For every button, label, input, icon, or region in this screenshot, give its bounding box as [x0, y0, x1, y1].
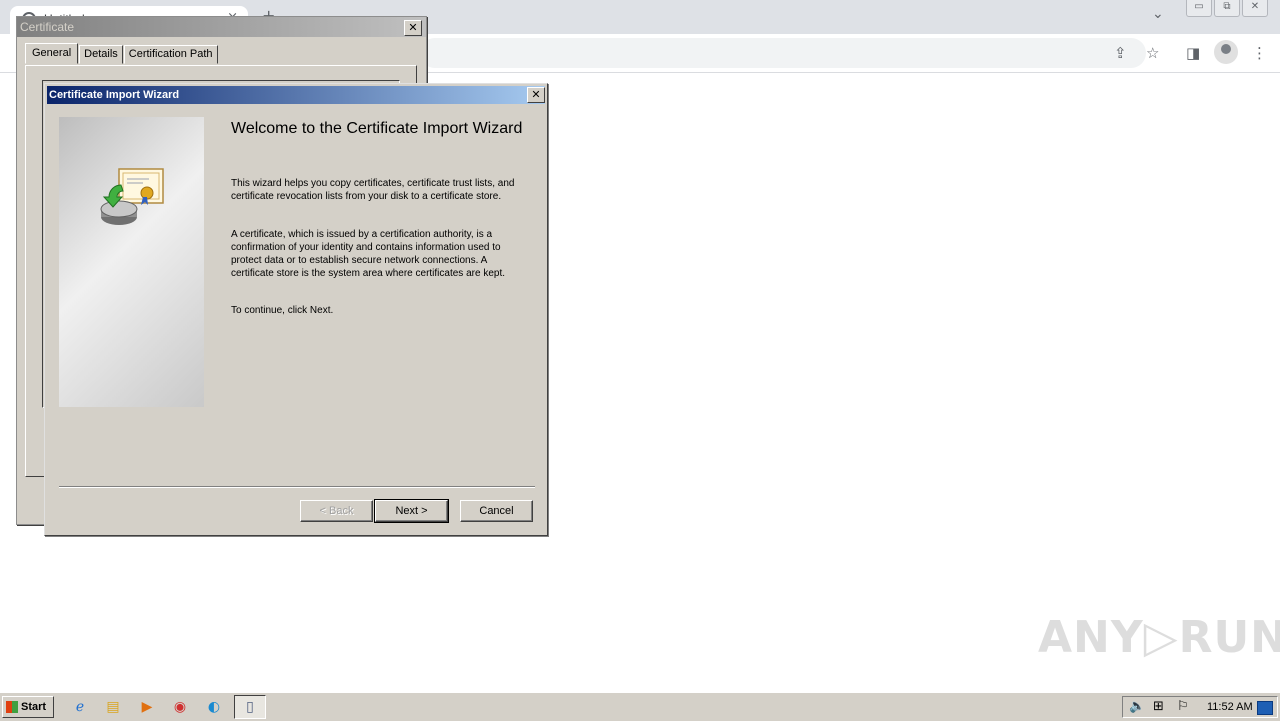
profile-avatar[interactable]	[1214, 40, 1238, 64]
window-controls: ▭ ⧉ ✕	[1186, 0, 1268, 18]
wizard-heading: Welcome to the Certificate Import Wizard	[231, 120, 523, 137]
tab-general[interactable]: General	[25, 43, 79, 64]
explorer-icon[interactable]: ▤	[103, 697, 123, 717]
close-icon[interactable]: ✕	[527, 87, 545, 103]
taskbar: Start ℯ ▤ ▶ ◉ ◐ ▯ 🔈 ⊞ ⚐ 11:52 AM	[0, 692, 1280, 721]
side-panel-icon[interactable]: ◨	[1186, 44, 1200, 62]
chevron-down-icon[interactable]: ⌄	[1152, 6, 1164, 22]
wizard-side-banner	[59, 117, 204, 407]
next-button[interactable]: Next >	[374, 499, 449, 523]
volume-icon[interactable]: 🔈	[1129, 699, 1145, 714]
edge-icon[interactable]: ◐	[204, 697, 224, 717]
flag-icon[interactable]: ⚐	[1177, 699, 1189, 714]
show-desktop-icon[interactable]	[1257, 701, 1273, 715]
tab-certification-path[interactable]: Certification Path	[123, 45, 218, 64]
separator	[59, 486, 535, 488]
start-label: Start	[21, 701, 47, 713]
certificate-tabs: General Details Certification Path	[25, 43, 219, 64]
start-button[interactable]: Start	[2, 696, 54, 718]
ie-icon[interactable]: ℯ	[70, 697, 90, 717]
wizard-paragraph-1: This wizard helps you copy certificates,…	[231, 178, 515, 202]
minimize-button[interactable]: ▭	[1186, 0, 1212, 17]
address-bar[interactable]	[420, 38, 1146, 68]
close-icon[interactable]: ✕	[404, 20, 422, 36]
certificate-dialog-title: Certificate	[17, 17, 426, 37]
chrome-icon[interactable]: ◉	[170, 697, 190, 717]
wizard-title: Certificate Import Wizard	[47, 86, 545, 104]
back-button[interactable]: < Back	[300, 500, 373, 522]
windows-logo-icon	[6, 701, 18, 713]
anyrun-watermark: ANY▷RUN	[1038, 612, 1280, 663]
star-icon[interactable]: ☆	[1146, 44, 1159, 62]
close-window-button[interactable]: ✕	[1242, 0, 1268, 17]
media-player-icon[interactable]: ▶	[137, 697, 157, 717]
tab-details[interactable]: Details	[79, 45, 123, 64]
wizard-paragraph-3: To continue, click Next.	[231, 305, 334, 316]
notepad-taskbar-button[interactable]: ▯	[234, 695, 266, 719]
system-tray: 🔈 ⊞ ⚐ 11:52 AM	[1122, 696, 1278, 718]
wizard-paragraph-2: A certificate, which is issued by a cert…	[231, 229, 505, 279]
menu-icon[interactable]: ⋮	[1252, 44, 1267, 62]
clock[interactable]: 11:52 AM	[1207, 701, 1253, 713]
certificate-import-icon	[100, 168, 164, 225]
certificate-import-wizard: Certificate Import Wizard ✕ Welcome to t…	[44, 83, 548, 536]
notepad-icon: ▯	[246, 699, 254, 715]
share-icon[interactable]: ⇪	[1114, 44, 1127, 62]
cancel-button[interactable]: Cancel	[460, 500, 533, 522]
network-icon[interactable]: ⊞	[1153, 699, 1164, 714]
restore-button[interactable]: ⧉	[1214, 0, 1240, 17]
